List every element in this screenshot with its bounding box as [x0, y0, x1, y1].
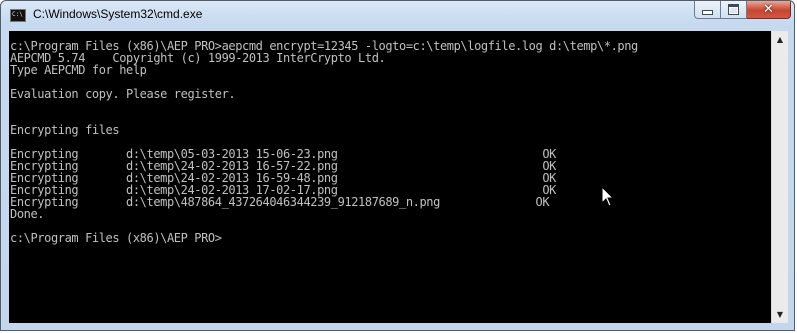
cmd-app-icon[interactable]: C:\: [10, 9, 26, 22]
scroll-up-arrow-icon: ▲: [776, 35, 784, 44]
maximize-icon: [728, 4, 739, 15]
console-text: c:\Program Files (x86)\AEP PRO>aepcmd en…: [10, 40, 638, 244]
scroll-track[interactable]: [773, 48, 787, 306]
maximize-button[interactable]: [721, 1, 747, 19]
console-window: C:\ C:\Windows\System32\cmd.exe ✕ c:\Pro…: [0, 0, 795, 331]
close-icon: ✕: [763, 2, 774, 17]
console-line: Type AEPCMD for help: [10, 63, 147, 77]
console-output-area[interactable]: c:\Program Files (x86)\AEP PRO>aepcmd en…: [9, 31, 771, 323]
app-icon-label: C:\: [12, 11, 23, 18]
console-line: Encrypting d:\temp\487864_43726404634423…: [10, 195, 550, 209]
console-line: Done.: [10, 207, 45, 221]
console-line: c:\Program Files (x86)\AEP PRO>: [10, 231, 222, 245]
vertical-scrollbar[interactable]: ▲ ▼: [771, 31, 788, 323]
title-bar[interactable]: C:\ C:\Windows\System32\cmd.exe ✕: [1, 1, 794, 31]
minimize-icon: [702, 10, 713, 15]
scroll-up-button[interactable]: ▲: [772, 31, 788, 48]
console-line: Evaluation copy. Please register.: [10, 87, 236, 101]
mouse-pointer-icon: [601, 186, 615, 207]
scroll-down-button[interactable]: ▼: [772, 306, 788, 323]
console-line: Encrypting files: [10, 123, 120, 137]
close-button[interactable]: ✕: [747, 1, 791, 19]
scroll-down-arrow-icon: ▼: [776, 310, 784, 319]
window-bottom-frame: [1, 323, 794, 330]
window-title: C:\Windows\System32\cmd.exe: [33, 7, 203, 21]
caption-buttons: ✕: [694, 1, 791, 19]
minimize-button[interactable]: [694, 1, 721, 19]
